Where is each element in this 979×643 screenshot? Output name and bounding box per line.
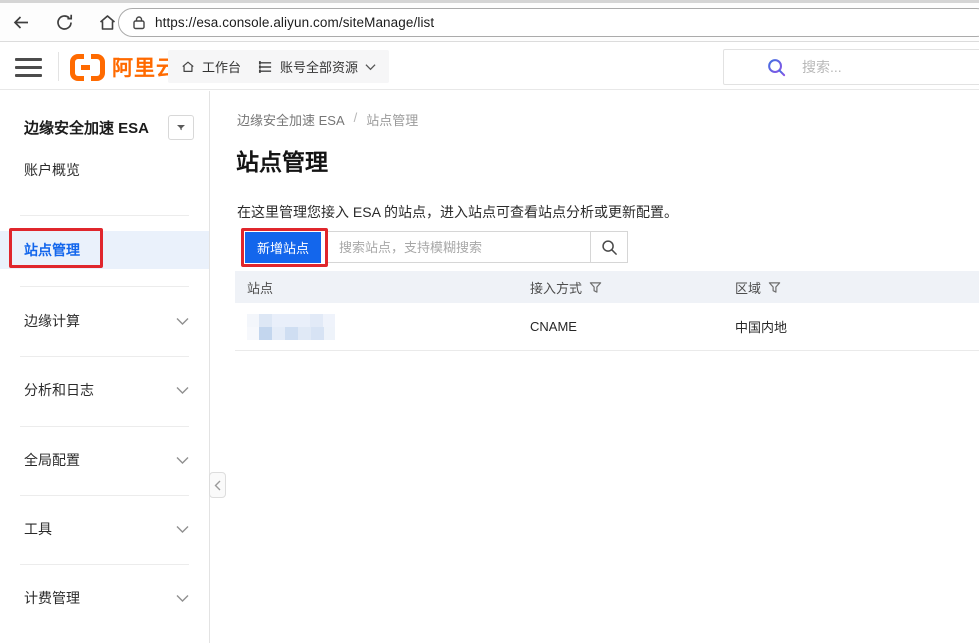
- account-resources-label: 账号全部资源: [280, 57, 358, 76]
- breadcrumb-root[interactable]: 边缘安全加速 ESA: [237, 110, 345, 129]
- browser-back-button[interactable]: [8, 9, 34, 35]
- col-header-label: 接入方式: [530, 278, 582, 297]
- col-header-label: 区域: [735, 278, 761, 297]
- add-site-button[interactable]: 新增站点: [245, 232, 321, 263]
- chevron-down-icon: [176, 525, 189, 534]
- console-top-nav: 阿里云 工作台 账号全部资源: [0, 43, 979, 90]
- global-search-input[interactable]: [802, 59, 942, 75]
- access-mode-cell: CNAME: [530, 319, 735, 334]
- sidebar-divider: [20, 286, 189, 287]
- chevron-down-icon: [176, 594, 189, 603]
- chevron-left-icon: [214, 480, 221, 491]
- account-resources-button[interactable]: 账号全部资源: [245, 50, 389, 83]
- filter-funnel-icon[interactable]: [768, 281, 781, 294]
- refresh-icon: [55, 13, 74, 32]
- product-title: 边缘安全加速 ESA: [24, 117, 149, 138]
- search-icon: [766, 57, 787, 78]
- sidebar-item-label: 分析和日志: [24, 380, 94, 400]
- workbench-button[interactable]: 工作台: [168, 50, 254, 83]
- sidebar-collapse-handle[interactable]: [209, 472, 226, 498]
- sidebar-divider: [20, 356, 189, 357]
- nav-divider: [58, 52, 59, 81]
- resources-list-icon: [258, 60, 273, 74]
- product-switcher-button[interactable]: [168, 115, 194, 140]
- main-content: 边缘安全加速 ESA / 站点管理 站点管理 在这里管理您接入 ESA 的站点，…: [211, 91, 979, 643]
- table-row[interactable]: CNAME 中国内地: [235, 303, 979, 351]
- page-title: 站点管理: [236, 143, 328, 177]
- aliyun-logo-icon: [70, 54, 105, 81]
- sidebar-divider: [20, 215, 189, 216]
- browser-home-button[interactable]: [94, 9, 120, 35]
- sites-table: 站点 接入方式 区域 CNAME 中国内地: [235, 271, 979, 351]
- site-search-button[interactable]: [590, 231, 628, 263]
- site-search-input[interactable]: [327, 231, 591, 263]
- back-arrow-icon: [12, 13, 31, 32]
- table-header-row: 站点 接入方式 区域: [235, 271, 979, 303]
- products-menu-button[interactable]: [15, 58, 42, 77]
- sidebar-item-edge-compute[interactable]: 边缘计算: [0, 304, 209, 338]
- sidebar-item-label: 计费管理: [24, 588, 80, 608]
- esa-console-window: https://esa.console.aliyun.com/siteManag…: [0, 0, 979, 643]
- sidebar-divider: [20, 495, 189, 496]
- address-bar[interactable]: https://esa.console.aliyun.com/siteManag…: [118, 8, 979, 37]
- url-text: https://esa.console.aliyun.com/siteManag…: [155, 15, 434, 30]
- sidebar-item-global-config[interactable]: 全局配置: [0, 443, 209, 477]
- sidebar-divider: [20, 564, 189, 565]
- sidebar-item-tools[interactable]: 工具: [0, 512, 209, 546]
- global-search-box[interactable]: [723, 49, 979, 85]
- breadcrumb-separator: /: [354, 110, 358, 129]
- filter-funnel-icon[interactable]: [589, 281, 602, 294]
- home-icon: [98, 13, 117, 32]
- col-header-site: 站点: [235, 278, 530, 297]
- redacted-site-name: [247, 314, 335, 340]
- browser-toolbar: https://esa.console.aliyun.com/siteManag…: [0, 0, 979, 42]
- chevron-down-icon: [365, 63, 376, 71]
- sidebar-item-analytics-logs[interactable]: 分析和日志: [0, 373, 209, 407]
- browser-refresh-button[interactable]: [51, 9, 77, 35]
- sidebar-item-label: 全局配置: [24, 450, 80, 470]
- chevron-down-icon: [176, 386, 189, 395]
- sidebar-divider: [20, 426, 189, 427]
- annotation-add-site: 新增站点: [241, 228, 328, 267]
- sidebar-item-account-overview[interactable]: 账户概览: [0, 153, 209, 187]
- workbench-label: 工作台: [202, 57, 241, 76]
- breadcrumb: 边缘安全加速 ESA / 站点管理: [237, 110, 418, 129]
- search-icon: [601, 239, 618, 256]
- chevron-down-icon: [176, 456, 189, 465]
- workbench-home-icon: [181, 60, 195, 74]
- sidebar-item-billing[interactable]: 计费管理: [0, 581, 209, 615]
- sidebar-item-label: 账户概览: [24, 160, 80, 180]
- sidebar-item-label: 站点管理: [24, 240, 80, 260]
- col-header-access-mode: 接入方式: [530, 278, 735, 297]
- breadcrumb-current: 站点管理: [366, 110, 418, 129]
- col-header-region: 区域: [735, 278, 979, 297]
- caret-down-icon: [176, 124, 186, 131]
- site-name-cell[interactable]: [235, 314, 530, 340]
- sidebar-item-label: 边缘计算: [24, 311, 80, 331]
- region-cell: 中国内地: [735, 317, 979, 336]
- aliyun-logo[interactable]: 阿里云: [70, 52, 178, 82]
- chevron-down-icon: [176, 317, 189, 326]
- site-permissions-lock-icon: [132, 15, 146, 30]
- page-description: 在这里管理您接入 ESA 的站点，进入站点可查看站点分析或更新配置。: [237, 202, 678, 222]
- sidebar: 边缘安全加速 ESA 账户概览 站点管理 边缘计算 分析和日志 全局配置: [0, 91, 210, 643]
- sidebar-item-label: 工具: [24, 519, 52, 539]
- sidebar-item-site-manage[interactable]: 站点管理: [0, 231, 209, 269]
